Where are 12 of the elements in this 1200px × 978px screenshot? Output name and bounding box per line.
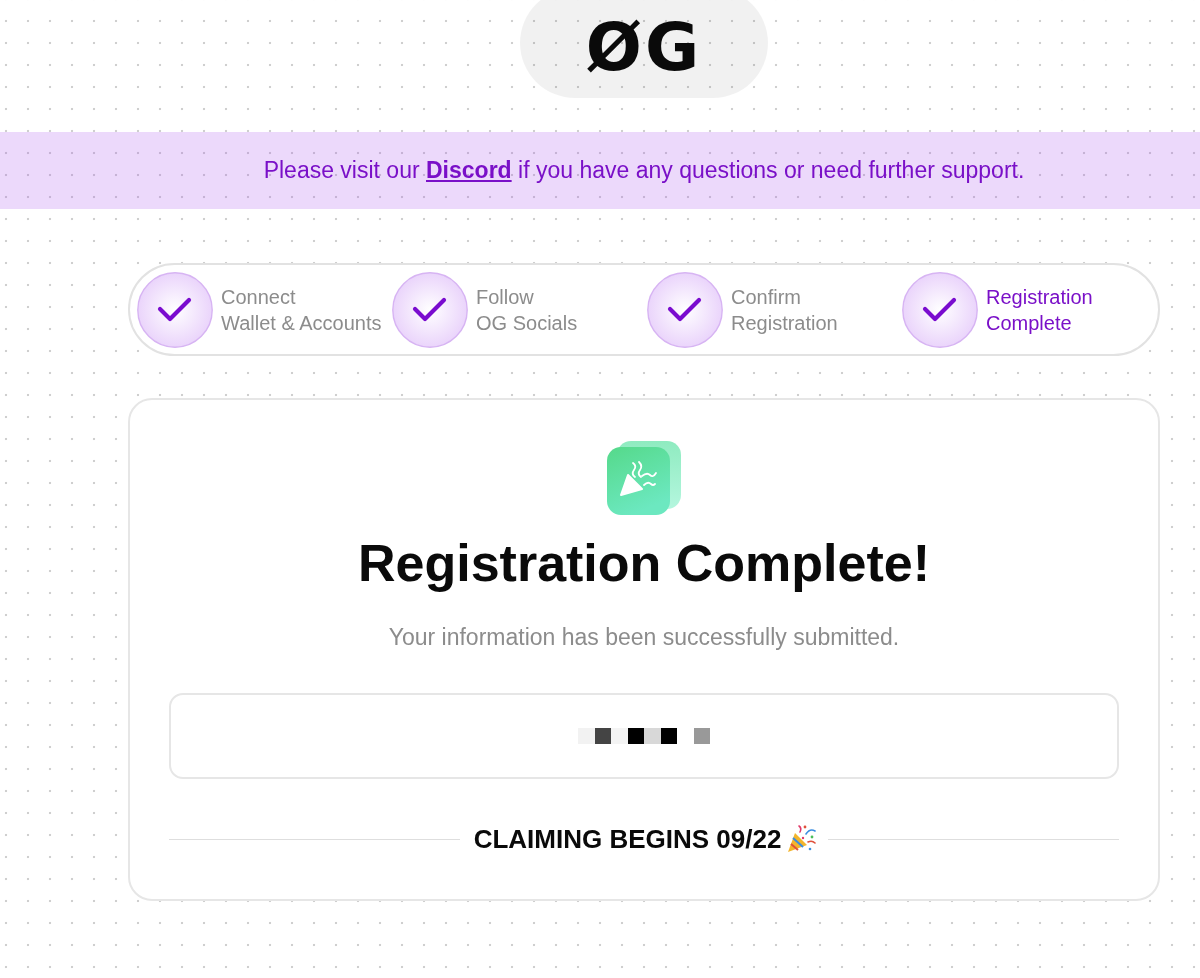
step-label: Registration Complete xyxy=(986,284,1093,336)
discord-link[interactable]: Discord xyxy=(426,157,512,183)
support-notice-text: Please visit our Discord if you have any questions or need further support. xyxy=(263,157,1025,184)
success-message: Your information has been successfully submitted. xyxy=(388,623,900,652)
claim-date-text: CLAIMING BEGINS 09/22 xyxy=(473,823,782,855)
step-label: Connect Wallet & Accounts xyxy=(221,284,382,336)
step-label: Follow OG Socials xyxy=(476,284,578,336)
logo-pill: ØG xyxy=(520,0,768,98)
success-heading: Registration Complete! xyxy=(357,534,931,592)
step-label: Confirm Registration xyxy=(731,284,838,336)
party-popper-tile-icon xyxy=(606,440,682,516)
party-popper-icon xyxy=(786,824,817,854)
